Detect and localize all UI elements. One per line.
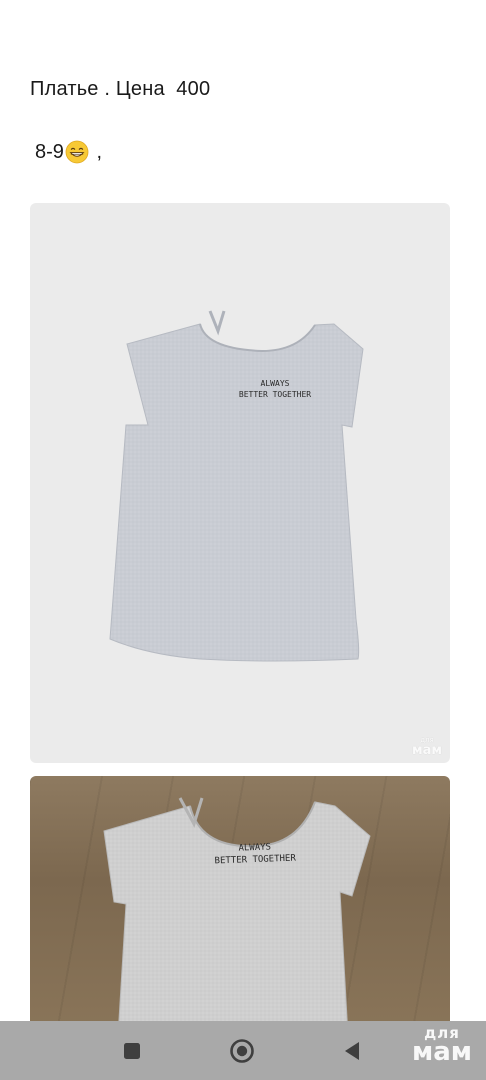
size-text: 8-9 — [35, 140, 64, 163]
triangle-back-icon — [345, 1042, 359, 1060]
print-text-floor: ALWAYS BETTER TOGETHER — [190, 840, 321, 869]
post-title: Платье . Цена 400 — [30, 78, 211, 100]
app-watermark-bottom: мам — [411, 1037, 472, 1067]
grinning-face-emoji-icon — [65, 140, 89, 164]
product-photo-front[interactable]: ALWAYS BETTER TOGETHER для мам — [30, 203, 450, 763]
app-watermark: для мам — [411, 1026, 472, 1067]
circle-home-icon — [230, 1039, 254, 1063]
print-line-1: ALWAYS — [260, 379, 290, 388]
print-text-front: ALWAYS BETTER TOGETHER — [210, 379, 340, 401]
print-line-1-floor: ALWAYS — [238, 842, 272, 854]
dress-garment-image — [109, 310, 364, 662]
dress-garment-image-floor — [103, 797, 371, 1036]
watermark-small-bottom: мам — [411, 743, 442, 758]
product-photo-floor[interactable]: ALWAYS BETTER TOGETHER — [30, 776, 450, 1036]
home-button[interactable] — [227, 1036, 257, 1066]
square-recents-icon — [124, 1043, 140, 1059]
size-suffix-text: , — [90, 140, 103, 163]
watermark-small: для мам — [411, 737, 442, 758]
print-line-2-floor: BETTER TOGETHER — [214, 853, 296, 867]
back-button[interactable] — [337, 1036, 367, 1066]
size-line: 8-9 , — [35, 140, 102, 164]
recents-button[interactable] — [117, 1036, 147, 1066]
print-line-2: BETTER TOGETHER — [238, 389, 312, 399]
